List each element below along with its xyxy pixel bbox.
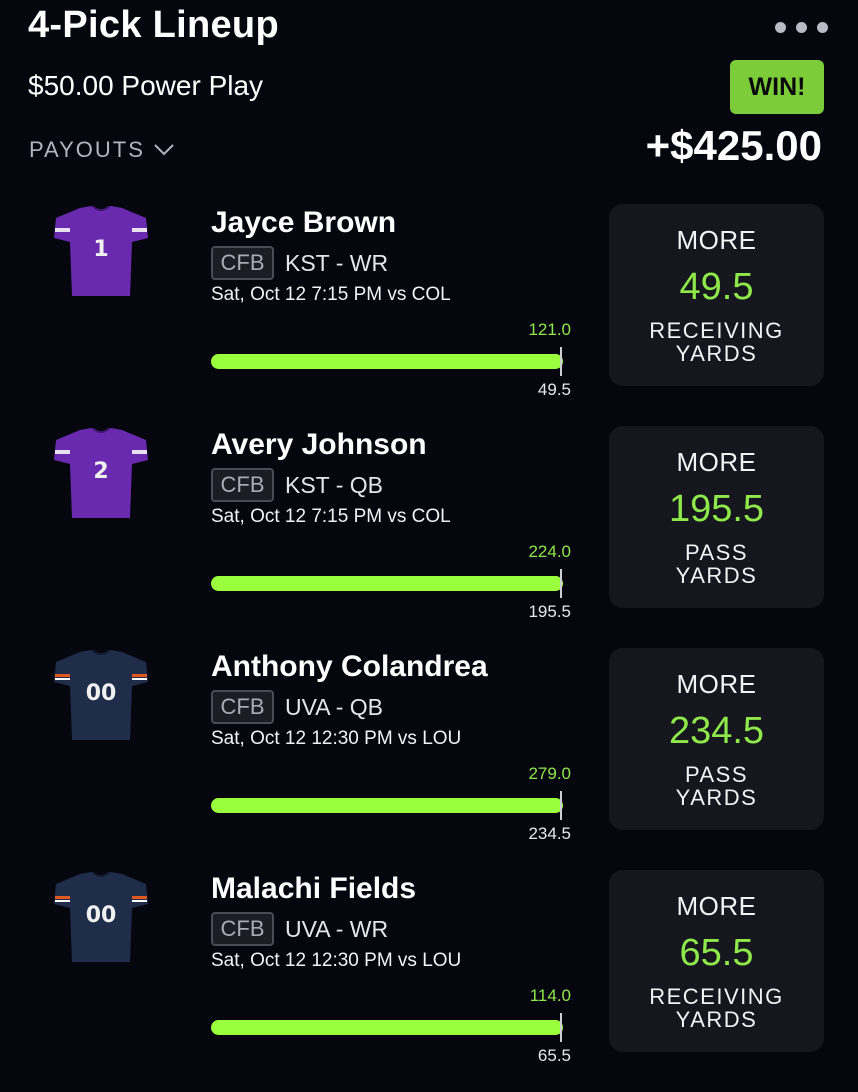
stat-type: RECEIVING YARDS <box>649 984 784 1032</box>
progress-bar <box>211 569 563 598</box>
pick-card: 2 Avery Johnson CFB KST - QB Sat, Oct 12… <box>0 426 858 636</box>
stat-line: 49.5 <box>679 266 754 308</box>
stat-line: 195.5 <box>668 488 765 530</box>
win-badge: WIN! <box>730 60 824 114</box>
progress-fill <box>211 1020 563 1035</box>
jersey-icon: 00 <box>54 872 148 962</box>
payouts-label: PAYOUTS <box>29 137 145 162</box>
stat-card[interactable]: MORE 65.5 RECEIVING YARDS <box>609 870 824 1052</box>
line-marker <box>560 791 562 820</box>
stat-type: PASS YARDS <box>675 762 758 810</box>
jersey-number: 2 <box>93 459 108 484</box>
league-tag: CFB <box>211 690 274 724</box>
line-value: 49.5 <box>537 380 571 399</box>
game-info: Sat, Oct 12 12:30 PM vs LOU <box>211 728 462 749</box>
jersey-number: 00 <box>86 903 117 928</box>
league-tag: CFB <box>211 246 274 280</box>
line-value: 65.5 <box>537 1046 571 1065</box>
stat-line: 234.5 <box>668 710 765 752</box>
jersey-icon: 00 <box>54 650 148 740</box>
player-name: Avery Johnson <box>211 428 427 461</box>
team-position: UVA - QB <box>285 694 383 720</box>
progress-fill <box>211 576 563 591</box>
progress-bar <box>211 1013 563 1042</box>
player-name: Anthony Colandrea <box>211 650 488 683</box>
team-position: KST - QB <box>285 472 383 498</box>
jersey-number: 1 <box>93 237 108 262</box>
jersey-icon: 2 <box>54 428 148 518</box>
progress-bar <box>211 347 563 376</box>
team-position: KST - WR <box>285 250 389 276</box>
stat-card[interactable]: MORE 49.5 RECEIVING YARDS <box>609 204 824 386</box>
stat-card[interactable]: MORE 234.5 PASS YARDS <box>609 648 824 830</box>
line-marker <box>560 569 562 598</box>
jersey-icon: 1 <box>54 206 148 296</box>
league-tag: CFB <box>211 912 274 946</box>
stat-type: PASS YARDS <box>675 540 758 588</box>
actual-value: 114.0 <box>529 986 571 1005</box>
player-name: Jayce Brown <box>211 206 397 239</box>
game-info: Sat, Oct 12 12:30 PM vs LOU <box>211 950 462 971</box>
stat-type: RECEIVING YARDS <box>649 318 784 366</box>
payout-amount: +$425.00 <box>645 122 822 169</box>
actual-value: 224.0 <box>528 542 571 561</box>
game-info: Sat, Oct 12 7:15 PM vs COL <box>211 284 451 305</box>
line-value: 234.5 <box>528 824 571 843</box>
direction-label: MORE <box>676 225 757 255</box>
direction-label: MORE <box>676 447 757 477</box>
stat-line: 65.5 <box>679 932 754 974</box>
jersey-number: 00 <box>86 681 117 706</box>
progress-bar <box>211 791 563 820</box>
game-info: Sat, Oct 12 7:15 PM vs COL <box>211 506 451 527</box>
stat-card[interactable]: MORE 195.5 PASS YARDS <box>609 426 824 608</box>
payouts-toggle[interactable]: PAYOUTS <box>29 137 175 163</box>
league-tag: CFB <box>211 468 274 502</box>
direction-label: MORE <box>676 891 757 921</box>
pick-card: 00 Malachi Fields CFB UVA - WR Sat, Oct … <box>0 870 858 1080</box>
chevron-down-icon <box>154 144 174 156</box>
line-marker <box>560 1013 562 1042</box>
line-value: 195.5 <box>528 602 571 621</box>
progress-fill <box>211 354 563 369</box>
player-name: Malachi Fields <box>211 872 417 905</box>
progress-fill <box>211 798 563 813</box>
more-options-icon[interactable] <box>775 22 828 33</box>
lineup-title: 4-Pick Lineup <box>28 4 279 46</box>
pick-card: 00 Anthony Colandrea CFB UVA - QB Sat, O… <box>0 648 858 858</box>
team-position: UVA - WR <box>285 916 389 942</box>
actual-value: 279.0 <box>528 764 571 783</box>
play-type-label: $50.00 Power Play <box>28 70 264 101</box>
actual-value: 121.0 <box>528 320 571 339</box>
pick-card: 1 Jayce Brown CFB KST - WR Sat, Oct 12 7… <box>0 204 858 414</box>
direction-label: MORE <box>676 669 757 699</box>
line-marker <box>560 347 562 376</box>
